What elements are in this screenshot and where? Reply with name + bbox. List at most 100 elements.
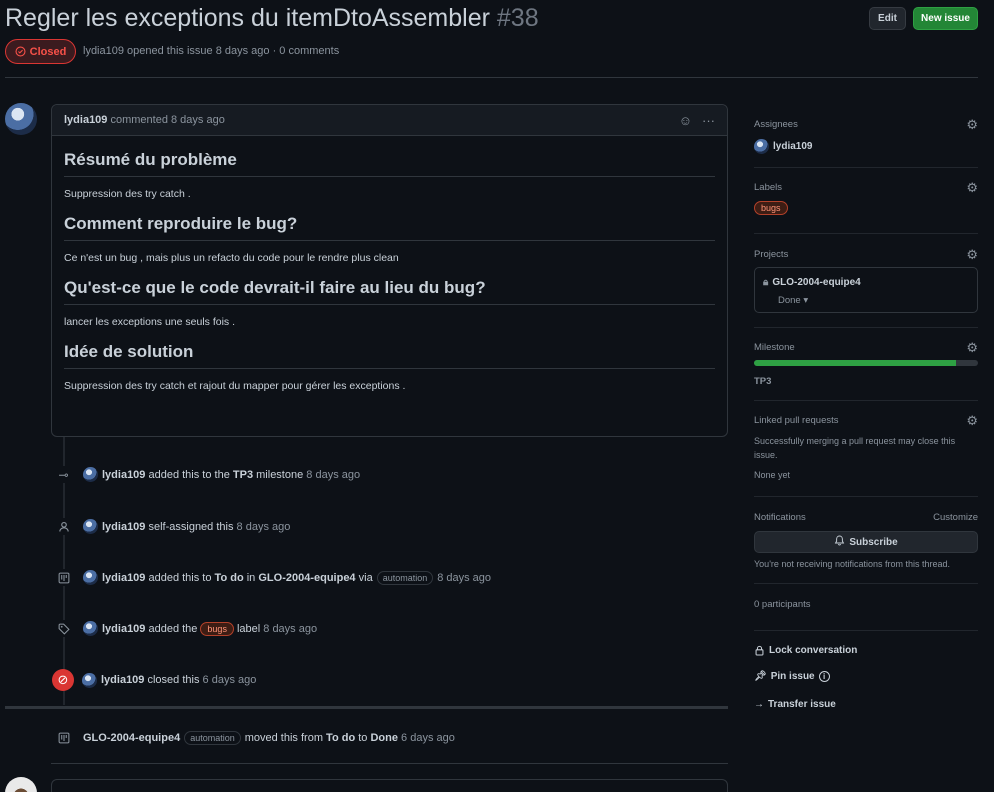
event-text: milestone xyxy=(256,468,304,481)
event-time[interactable]: 6 days ago xyxy=(203,674,257,686)
event-text: via xyxy=(358,571,373,584)
linked-desc: Successfully merging a pull request may … xyxy=(754,436,956,460)
section-text: lancer les exceptions une seuls fois . xyxy=(64,316,236,328)
comment-author[interactable]: lydia109 xyxy=(64,114,107,126)
customize-link[interactable]: Customize xyxy=(933,512,978,523)
comment-header: lydia109 commented 8 days ago ☺ ··· xyxy=(52,105,727,136)
lock-icon: 🔒︎ xyxy=(763,277,769,288)
smiley-icon[interactable]: ☺ xyxy=(679,113,692,128)
event-actor[interactable]: lydia109 xyxy=(102,469,145,481)
avatar[interactable] xyxy=(83,467,98,482)
section-heading: Résumé du problème xyxy=(64,150,715,177)
automation-badge: automation xyxy=(376,570,434,585)
more-options-icon[interactable]: ··· xyxy=(702,113,715,128)
new-comment-box[interactable] xyxy=(51,779,728,792)
gear-icon[interactable]: ⚙ xyxy=(966,247,978,263)
sidebar-labels: Labels ⚙ bugs xyxy=(754,180,978,215)
sidebar-divider xyxy=(754,583,978,584)
event-actor[interactable]: lydia109 xyxy=(102,521,145,533)
sidebar-divider xyxy=(754,630,978,631)
labels-title: Labels xyxy=(754,182,782,193)
lock-label: Lock conversation xyxy=(769,645,858,656)
event-time[interactable]: 8 days ago xyxy=(237,521,291,533)
avatar[interactable] xyxy=(5,103,37,135)
project-name[interactable]: GLO-2004-equipe4 xyxy=(772,277,860,288)
section-heading: Idée de solution xyxy=(64,342,715,369)
milestone-progress-fill xyxy=(754,360,956,366)
transfer-label: Transfer issue xyxy=(768,699,836,710)
timeline-end-divider xyxy=(51,763,728,764)
gear-icon[interactable]: ⚙ xyxy=(966,340,978,356)
issue-meta: lydia109 opened this issue 8 days ago · … xyxy=(83,45,339,57)
avatar[interactable] xyxy=(83,570,98,585)
gear-icon[interactable]: ⚙ xyxy=(966,180,978,196)
event-time[interactable]: 8 days ago xyxy=(306,469,360,481)
issue-closed-icon xyxy=(15,46,26,57)
milestone-progress xyxy=(754,360,978,366)
timeline-event-assign: lydia109 self-assigned this 8 days ago xyxy=(55,518,290,535)
section-heading: Qu'est-ce que le code devrait-il faire a… xyxy=(64,278,715,305)
issue-number: #38 xyxy=(496,4,539,32)
milestone-icon: ⊸ xyxy=(55,466,72,483)
avatar[interactable] xyxy=(83,519,98,534)
projects-title: Projects xyxy=(754,249,789,260)
event-time[interactable]: 8 days ago xyxy=(437,572,491,584)
lock-conversation-button[interactable]: Lock conversation xyxy=(754,645,857,656)
label-bugs[interactable]: bugs xyxy=(754,201,788,215)
event-time[interactable]: 6 days ago xyxy=(401,732,455,744)
new-issue-button[interactable]: New issue xyxy=(913,7,978,30)
caret-down-icon[interactable]: ▾ xyxy=(803,295,808,306)
column-name: To do xyxy=(214,571,244,584)
sidebar-divider xyxy=(754,400,978,401)
avatar[interactable] xyxy=(83,621,98,636)
assignees-title: Assignees xyxy=(754,119,798,130)
info-icon[interactable]: i xyxy=(818,671,830,682)
timeline-event-project: lydia109 added this to To do in GLO-2004… xyxy=(55,569,491,586)
project-card[interactable]: 🔒︎ GLO-2004-equipe4 Done ▾ xyxy=(754,267,978,313)
automation-badge: automation xyxy=(184,730,241,745)
event-actor[interactable]: lydia109 xyxy=(101,674,144,686)
header-divider xyxy=(5,77,978,78)
avatar[interactable] xyxy=(82,672,97,688)
timeline-event-moved: GLO-2004-equipe4 automation moved this f… xyxy=(55,729,455,746)
project-link[interactable]: GLO-2004-equipe4 xyxy=(83,732,180,744)
gear-icon[interactable]: ⚙ xyxy=(966,117,978,133)
event-text: label xyxy=(236,622,261,635)
timeline-event-closed: ⊘ lydia109 closed this 6 days ago xyxy=(52,669,257,691)
edit-button[interactable]: Edit xyxy=(869,7,906,30)
event-time[interactable]: 8 days ago xyxy=(263,623,317,635)
event-text: moved this from xyxy=(244,731,323,744)
project-icon xyxy=(55,729,72,746)
issue-title: Regler les exceptions du itemDtoAssemble… xyxy=(5,4,539,33)
event-text: self-assigned this xyxy=(148,520,234,533)
milestone-title: Milestone xyxy=(754,342,795,353)
event-text: added this to the xyxy=(148,468,230,481)
comment-time: commented 8 days ago xyxy=(110,114,225,126)
event-actor[interactable]: lydia109 xyxy=(102,572,145,584)
project-link[interactable]: GLO-2004-equipe4 xyxy=(258,572,355,584)
section-text: Suppression des try catch et rajout du m… xyxy=(64,380,406,392)
person-icon xyxy=(55,518,72,535)
timeline-event-label: lydia109 added the bugs label 8 days ago xyxy=(55,620,317,637)
arrow-right-icon: → xyxy=(754,699,764,710)
milestone-name[interactable]: TP3 xyxy=(754,376,978,387)
subscribe-button[interactable]: Subscribe xyxy=(754,531,978,553)
transfer-issue-button[interactable]: → Transfer issue xyxy=(754,699,836,710)
timeline-event-milestone: ⊸ lydia109 added this to the TP3 milesto… xyxy=(55,466,360,483)
column-from: To do xyxy=(326,731,356,744)
sidebar-notifications: Notifications Customize xyxy=(754,512,978,523)
milestone-link[interactable]: TP3 xyxy=(233,469,253,481)
sidebar-divider xyxy=(754,167,978,168)
gear-icon[interactable]: ⚙ xyxy=(966,413,978,429)
assignee-name[interactable]: lydia109 xyxy=(773,141,812,152)
author-link[interactable]: lydia109 xyxy=(83,45,124,57)
event-actor[interactable]: lydia109 xyxy=(102,623,145,635)
pin-issue-button[interactable]: 📌︎ Pin issue i xyxy=(754,671,830,682)
tag-icon xyxy=(55,620,72,637)
event-text: added this to xyxy=(148,571,212,584)
avatar[interactable] xyxy=(5,777,37,792)
assignee[interactable]: lydia109 xyxy=(754,139,978,154)
section-text: Suppression des try catch . xyxy=(64,188,191,200)
project-status[interactable]: Done xyxy=(778,295,801,306)
label-bugs[interactable]: bugs xyxy=(200,621,234,636)
